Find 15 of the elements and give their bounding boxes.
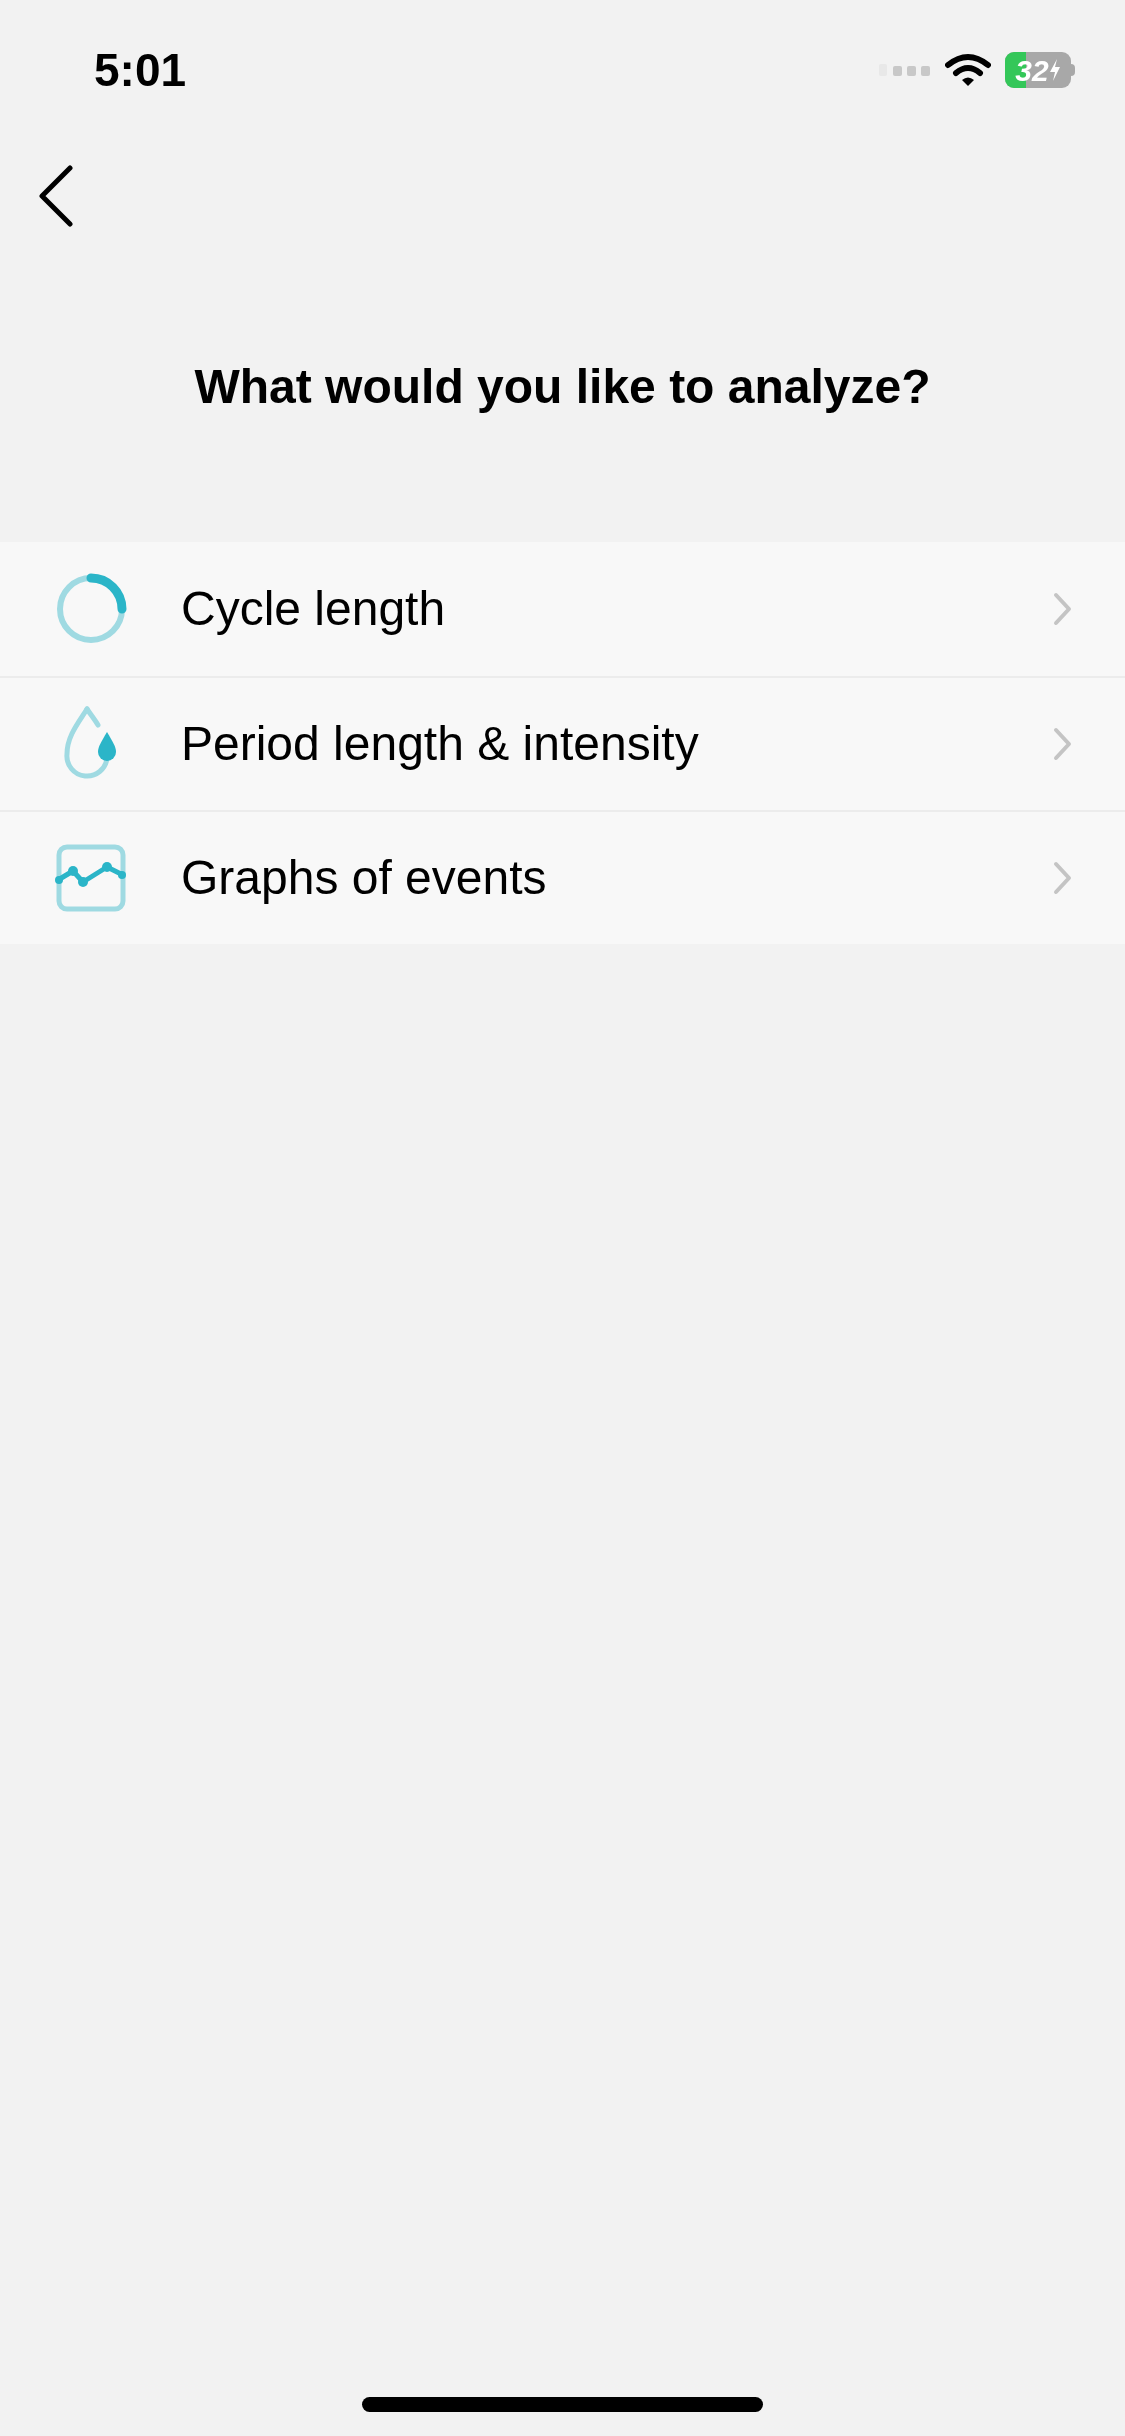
status-time: 5:01 [94, 42, 187, 98]
menu-row[interactable]: Cycle length [0, 542, 1125, 676]
row-label: Graphs of events [181, 850, 548, 906]
wifi-icon [945, 53, 991, 87]
menu-row[interactable]: Graphs of events [0, 810, 1125, 944]
menu-row[interactable]: Period length & intensity [0, 676, 1125, 810]
chevron-icon [1053, 861, 1073, 895]
row-label: Period length & intensity [181, 716, 700, 772]
chart-icon [55, 844, 127, 912]
chevron-icon [1053, 727, 1073, 761]
row-label: Cycle length [181, 581, 447, 637]
chevron-icon [1053, 592, 1073, 626]
page-title: What would you like to analyze? [194, 359, 931, 415]
ring-icon [55, 573, 127, 645]
signal-icon [879, 62, 931, 78]
